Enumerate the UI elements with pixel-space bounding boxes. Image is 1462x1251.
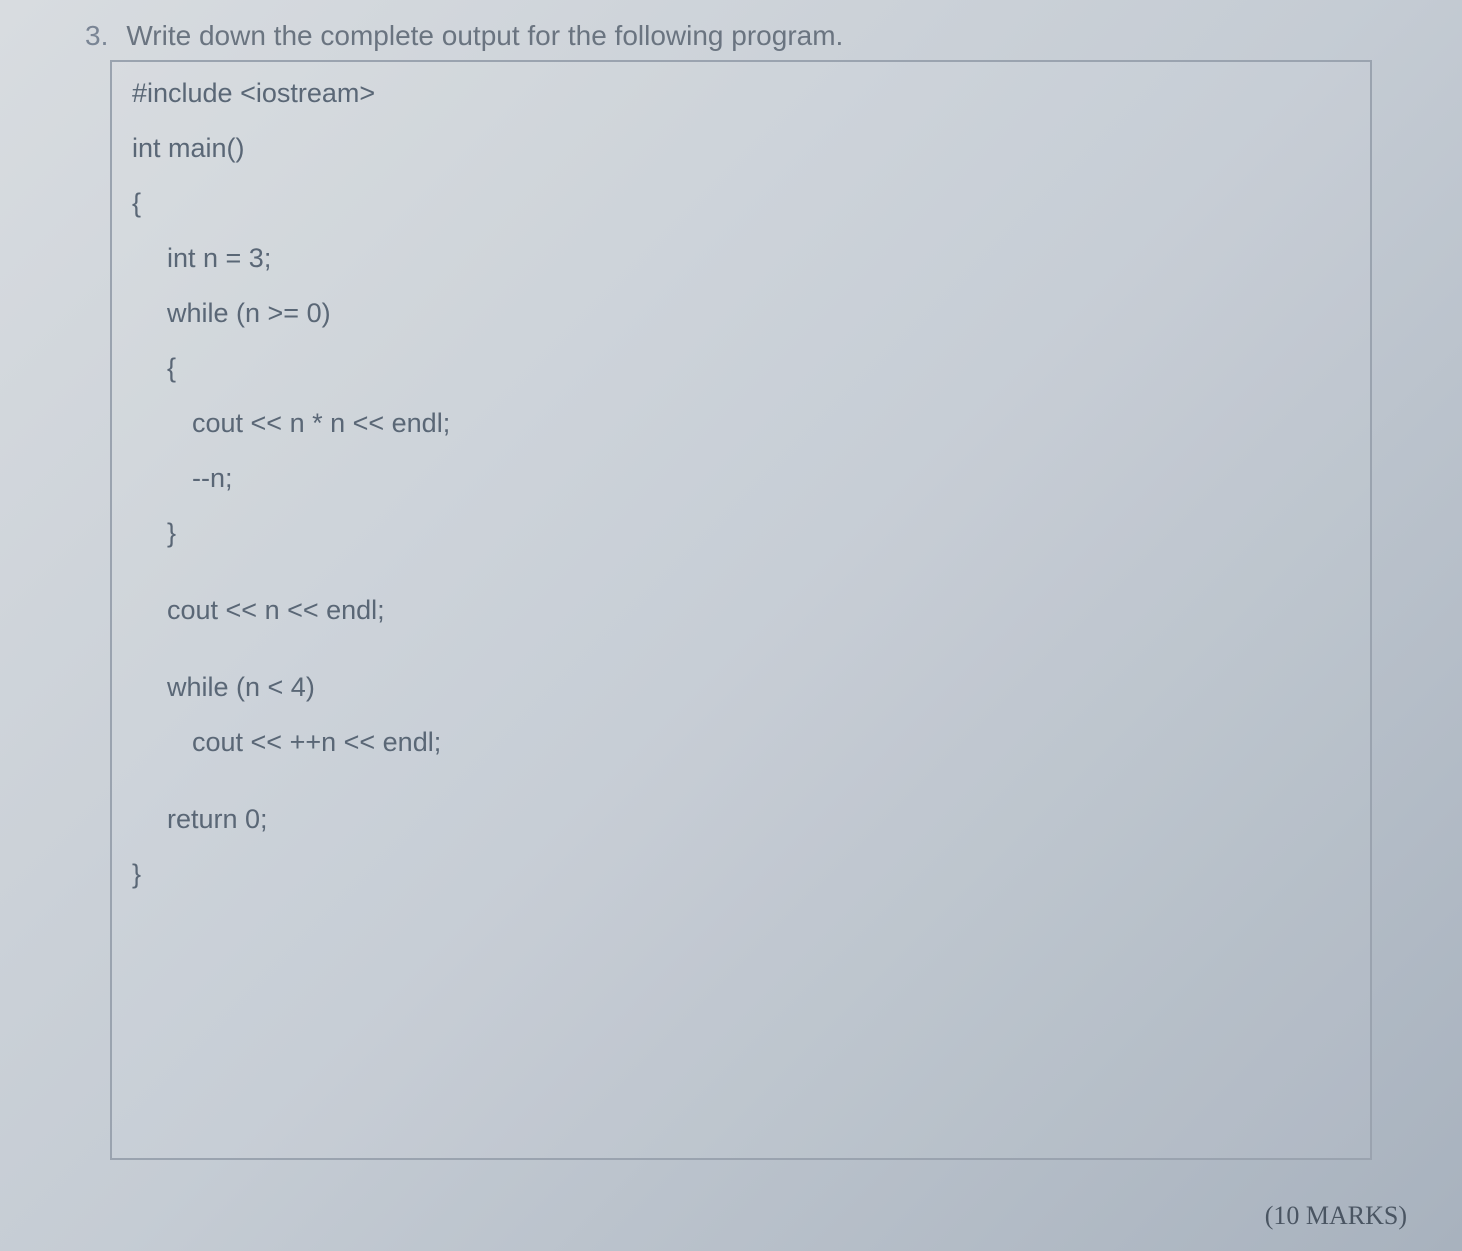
code-line: cout << n << endl; <box>132 597 1350 624</box>
code-line: { <box>132 190 1350 217</box>
code-line: return 0; <box>132 806 1350 833</box>
code-line: while (n < 4) <box>132 674 1350 701</box>
code-box: #include <iostream> int main() { int n =… <box>110 60 1372 1160</box>
code-line: } <box>132 520 1350 547</box>
code-line: --n; <box>132 465 1350 492</box>
question-text: Write down the complete output for the f… <box>126 20 843 52</box>
code-line: while (n >= 0) <box>132 300 1350 327</box>
question-header: 3. Write down the complete output for th… <box>85 20 1412 52</box>
marks-label: (10 MARKS) <box>1265 1201 1407 1231</box>
code-line: } <box>132 861 1350 888</box>
code-line: int n = 3; <box>132 245 1350 272</box>
question-number: 3. <box>85 20 108 52</box>
code-line: { <box>132 355 1350 382</box>
code-line: cout << n * n << endl; <box>132 410 1350 437</box>
code-line: cout << ++n << endl; <box>132 729 1350 756</box>
code-line: #include <iostream> <box>132 80 1350 107</box>
code-line: int main() <box>132 135 1350 162</box>
